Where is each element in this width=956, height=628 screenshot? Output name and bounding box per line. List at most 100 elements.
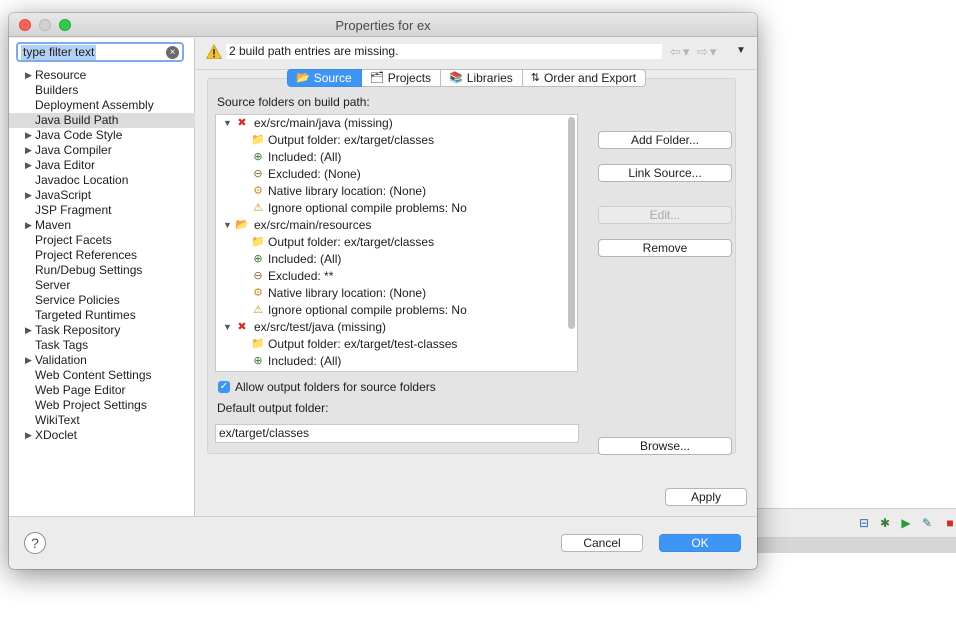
tab-order-and-export[interactable]: ⇅ Order and Export xyxy=(522,69,647,87)
nav-item-web-page-editor[interactable]: Web Page Editor xyxy=(9,383,195,398)
nav-item-label: Task Tags xyxy=(35,338,89,352)
ok-button[interactable]: OK xyxy=(659,534,741,552)
tab-label: Projects xyxy=(387,71,432,85)
tab-projects[interactable]: 🗂 Projects xyxy=(361,69,442,87)
source-attribute-row[interactable]: ⚠ Ignore optional compile problems: No xyxy=(216,302,577,319)
filter-text: type filter text xyxy=(21,45,97,60)
link-source-button[interactable]: Link Source... xyxy=(598,164,732,182)
nav-item-label: Javadoc Location xyxy=(35,173,129,187)
nav-item-jsp-fragment[interactable]: JSP Fragment xyxy=(9,203,195,218)
nav-item-label: Resource xyxy=(35,68,87,82)
expand-arrow-icon[interactable]: ▶ xyxy=(25,428,32,443)
source-attribute-row[interactable]: 📁 Output folder: ex/target/classes xyxy=(216,132,577,149)
default-output-field[interactable]: ex/target/classes xyxy=(215,424,579,443)
expand-arrow-icon[interactable]: ▼ xyxy=(223,115,232,132)
filter-input[interactable]: type filter text × xyxy=(16,42,184,62)
nav-item-task-tags[interactable]: Task Tags xyxy=(9,338,195,353)
stop-icon[interactable]: ■ xyxy=(943,516,956,530)
ignore-problems-icon: ⚠ xyxy=(253,304,263,316)
source-attribute-row[interactable]: ⚙ Native library location: (None) xyxy=(216,285,577,302)
nav-item-java-editor[interactable]: ▶ Java Editor xyxy=(9,158,195,173)
source-attribute-label: Output folder: ex/target/test-classes xyxy=(268,337,458,351)
nav-item-targeted-runtimes[interactable]: Targeted Runtimes xyxy=(9,308,195,323)
source-attribute-row[interactable]: 📁 Output folder: ex/target/test-classes xyxy=(216,336,577,353)
expand-arrow-icon[interactable]: ▶ xyxy=(25,128,32,143)
expand-arrow-icon[interactable]: ▼ xyxy=(223,319,232,336)
nav-item-java-code-style[interactable]: ▶ Java Code Style xyxy=(9,128,195,143)
source-attribute-row[interactable]: 📁 Output folder: ex/target/classes xyxy=(216,234,577,251)
expand-arrow-icon[interactable]: ▶ xyxy=(25,188,32,203)
help-button[interactable]: ? xyxy=(24,532,46,554)
expand-arrow-icon[interactable]: ▶ xyxy=(25,218,32,233)
nav-item-server[interactable]: Server xyxy=(9,278,195,293)
nav-item-resource[interactable]: ▶ Resource xyxy=(9,68,195,83)
cancel-button[interactable]: Cancel xyxy=(561,534,643,552)
nav-item-validation[interactable]: ▶ Validation xyxy=(9,353,195,368)
nav-item-maven[interactable]: ▶ Maven xyxy=(9,218,195,233)
back-forward-icon[interactable]: ⇦▾ ⇨▾ xyxy=(670,44,718,60)
nav-item-label: Deployment Assembly xyxy=(35,98,154,112)
source-attribute-row[interactable]: ⊕ Included: (All) xyxy=(216,251,577,268)
missing-package-folder-icon: ✖ xyxy=(237,117,247,129)
nav-item-project-facets[interactable]: Project Facets xyxy=(9,233,195,248)
nav-item-xdoclet[interactable]: ▶ XDoclet xyxy=(9,428,195,443)
clear-filter-icon[interactable]: × xyxy=(166,46,179,59)
projects-icon: 🗂 xyxy=(369,72,384,84)
libraries-icon: 📚 xyxy=(449,72,463,84)
nav-item-service-policies[interactable]: Service Policies xyxy=(9,293,195,308)
collapse-icon[interactable]: ⊟ xyxy=(857,516,871,530)
nav-item-project-references[interactable]: Project References xyxy=(9,248,195,263)
nav-list: ▶ Resource Builders Deployment Assembly Java… xyxy=(9,68,195,443)
source-folder-row[interactable]: ▼ ✖ ex/src/test/java (missing) xyxy=(216,319,577,336)
expand-arrow-icon[interactable]: ▶ xyxy=(25,158,32,173)
view-menu-icon[interactable]: ▼ xyxy=(736,45,746,56)
add-folder-button[interactable]: Add Folder... xyxy=(598,131,732,149)
expand-arrow-icon[interactable]: ▼ xyxy=(223,217,232,234)
source-folder-tree[interactable]: ▼ ✖ ex/src/main/java (missing) 📁 Output fold… xyxy=(215,114,578,372)
expand-arrow-icon[interactable]: ▶ xyxy=(25,353,32,368)
expand-arrow-icon[interactable]: ▶ xyxy=(25,323,32,338)
source-attribute-row[interactable]: ⊕ Included: (All) xyxy=(216,149,577,166)
nav-item-run-debug-settings[interactable]: Run/Debug Settings xyxy=(9,263,195,278)
source-folder-row[interactable]: ▼ 📂 ex/src/main/resources xyxy=(216,217,577,234)
nav-item-java-compiler[interactable]: ▶ Java Compiler xyxy=(9,143,195,158)
nav-item-javascript[interactable]: ▶ JavaScript xyxy=(9,188,195,203)
tree-scrollbar[interactable] xyxy=(568,117,575,329)
source-folder-label: ex/src/main/java (missing) xyxy=(254,116,393,130)
nav-item-wikitext[interactable]: WikiText xyxy=(9,413,195,428)
allow-output-checkbox[interactable]: ✓ xyxy=(218,381,230,393)
expand-arrow-icon[interactable]: ▶ xyxy=(25,143,32,158)
browse-button[interactable]: Browse... xyxy=(598,437,732,455)
run-icon[interactable]: ▶ xyxy=(899,516,913,530)
source-attribute-row[interactable]: ⊕ Included: (All) xyxy=(216,353,577,370)
source-attribute-label: Native library location: (None) xyxy=(268,286,427,300)
debug-icon[interactable]: ✱ xyxy=(878,516,892,530)
nav-item-web-content-settings[interactable]: Web Content Settings xyxy=(9,368,195,383)
apply-button[interactable]: Apply xyxy=(665,488,747,506)
nav-item-javadoc-location[interactable]: Javadoc Location xyxy=(9,173,195,188)
nav-item-label: Maven xyxy=(35,218,72,232)
expand-arrow-icon[interactable]: ▶ xyxy=(25,68,32,83)
nav-item-web-project-settings[interactable]: Web Project Settings xyxy=(9,398,195,413)
ignore-problems-icon: ⚠ xyxy=(253,202,263,214)
nav-item-label: Java Editor xyxy=(35,158,96,172)
warning-icon xyxy=(206,44,222,59)
nav-item-task-repository[interactable]: ▶ Task Repository xyxy=(9,323,195,338)
source-attribute-row[interactable]: ⚙ Native library location: (None) xyxy=(216,183,577,200)
tab-source[interactable]: 📂 Source xyxy=(287,69,362,87)
source-attribute-row[interactable]: ⊖ Excluded: ** xyxy=(216,268,577,285)
status-bar: 2 build path entries are missing. ⇦▾ ⇨▾ … xyxy=(196,38,757,70)
nav-item-deployment-assembly[interactable]: Deployment Assembly xyxy=(9,98,195,113)
tab-libraries[interactable]: 📚 Libraries xyxy=(441,69,523,87)
remove-button[interactable]: Remove xyxy=(598,239,732,257)
nav-item-label: Targeted Runtimes xyxy=(35,308,136,322)
external-tools-icon[interactable]: ✎ xyxy=(920,516,934,530)
source-folder-row[interactable]: ▼ ✖ ex/src/main/java (missing) xyxy=(216,115,577,132)
edit-button[interactable]: Edit... xyxy=(598,206,732,224)
source-attribute-row[interactable]: ⊖ Excluded: (None) xyxy=(216,166,577,183)
nav-item-label: Validation xyxy=(35,353,87,367)
nav-item-builders[interactable]: Builders xyxy=(9,83,195,98)
source-attribute-row[interactable]: ⚠ Ignore optional compile problems: No xyxy=(216,200,577,217)
tab-label: Order and Export xyxy=(544,71,637,85)
nav-item-java-build-path[interactable]: Java Build Path xyxy=(9,113,195,128)
